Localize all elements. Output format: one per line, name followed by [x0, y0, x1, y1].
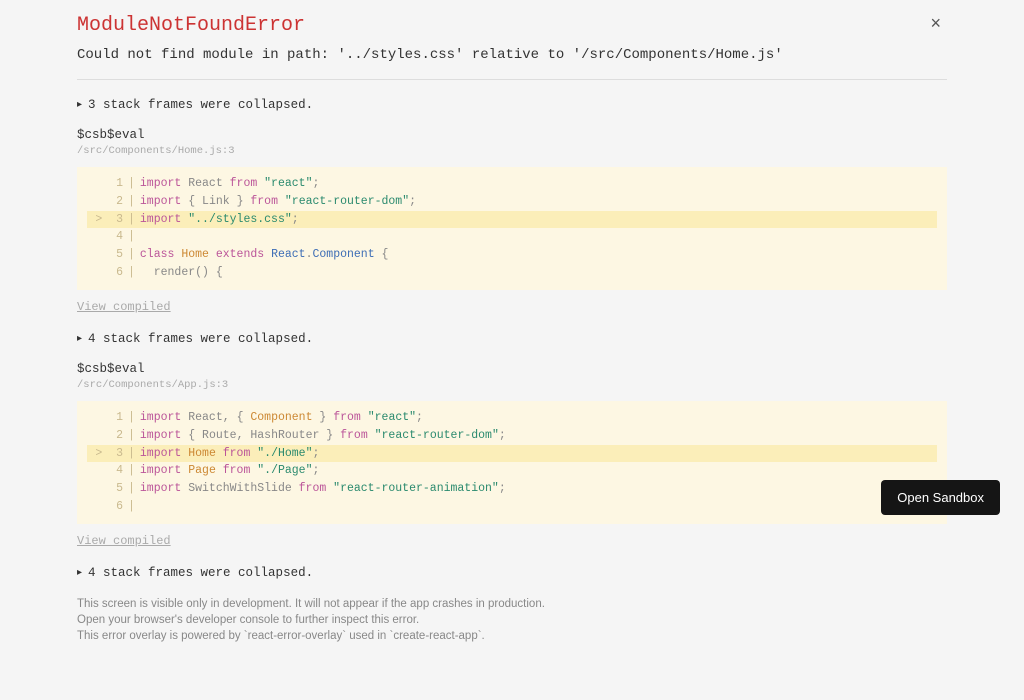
open-sandbox-button[interactable]: Open Sandbox — [881, 480, 1000, 515]
code-line: 1|import React from "react"; — [87, 175, 937, 193]
dev-note: This screen is visible only in developme… — [77, 596, 947, 612]
code-block: 1|import React from "react"; 2|import { … — [77, 167, 947, 290]
code-block: 1|import React, { Component } from "reac… — [77, 401, 947, 524]
error-overlay: ModuleNotFoundError Could not find modul… — [77, 0, 947, 694]
collapse-toggle[interactable]: 4 stack frames were collapsed. — [77, 332, 947, 346]
code-line: 2|import { Route, HashRouter } from "rea… — [87, 427, 937, 445]
dev-notes: This screen is visible only in developme… — [77, 596, 947, 644]
close-button[interactable]: × — [924, 14, 947, 32]
header: ModuleNotFoundError Could not find modul… — [77, 14, 947, 79]
dev-note: This error overlay is powered by `react-… — [77, 628, 947, 644]
frame-path: /src/Components/App.js:3 — [77, 379, 947, 391]
collapse-toggle[interactable]: 4 stack frames were collapsed. — [77, 566, 947, 580]
code-line: 5|class Home extends React.Component { — [87, 246, 937, 264]
view-compiled-link[interactable]: View compiled — [77, 300, 947, 314]
code-line: 5|import SwitchWithSlide from "react-rou… — [87, 480, 937, 498]
code-line: 4| — [87, 228, 937, 246]
error-title: ModuleNotFoundError — [77, 14, 783, 37]
header-left: ModuleNotFoundError Could not find modul… — [77, 14, 783, 79]
frame-path: /src/Components/Home.js:3 — [77, 145, 947, 157]
error-message: Could not find module in path: '../style… — [77, 47, 783, 63]
code-line: 1|import React, { Component } from "reac… — [87, 409, 937, 427]
code-line: 4|import Page from "./Page"; — [87, 462, 937, 480]
frame-label: $csb$eval — [77, 128, 947, 142]
view-compiled-link[interactable]: View compiled — [77, 534, 947, 548]
code-line: 6| — [87, 498, 937, 516]
code-line: 6| render() { — [87, 264, 937, 282]
dev-note: Open your browser's developer console to… — [77, 612, 947, 628]
code-line: > 3|import Home from "./Home"; — [87, 445, 937, 463]
stack-frames: 3 stack frames were collapsed. $csb$eval /… — [77, 98, 947, 548]
divider — [77, 79, 947, 80]
code-line: > 3|import "../styles.css"; — [87, 211, 937, 229]
code-line: 2|import { Link } from "react-router-dom… — [87, 193, 937, 211]
collapse-toggle[interactable]: 3 stack frames were collapsed. — [77, 98, 947, 112]
frame-label: $csb$eval — [77, 362, 947, 376]
